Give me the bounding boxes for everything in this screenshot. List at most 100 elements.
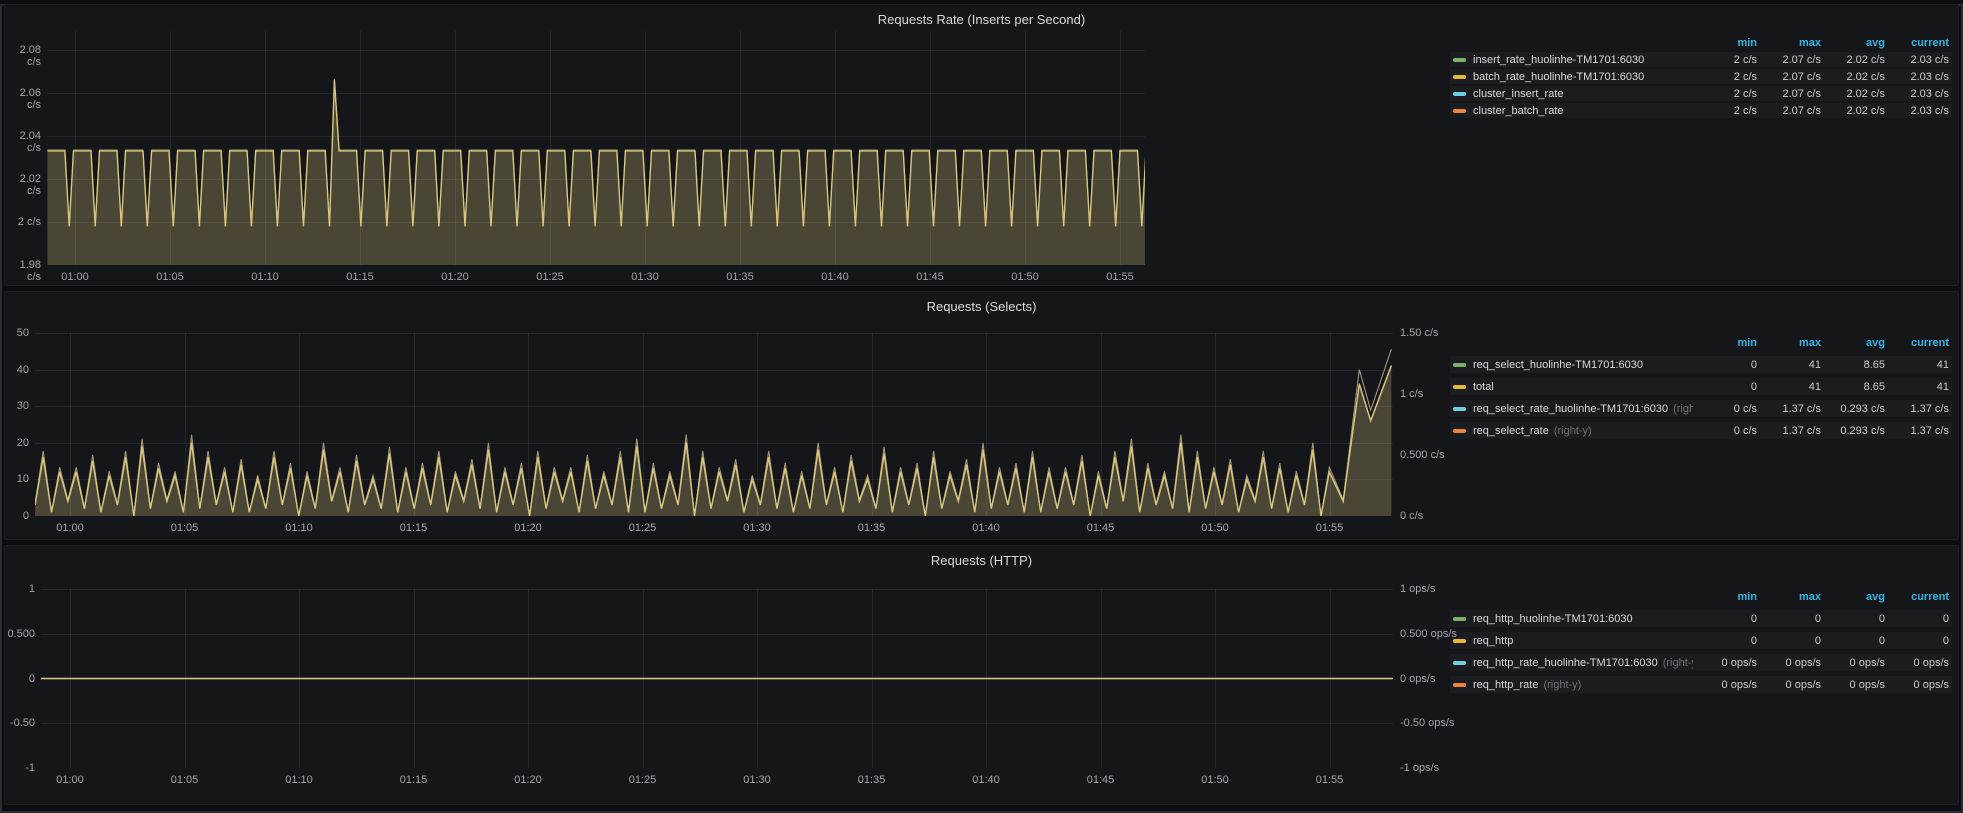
y-axis-left-label: 10	[5, 473, 29, 485]
legend-value-avg: 0 ops/s	[1821, 679, 1885, 691]
time-series-plot[interactable]	[41, 589, 1393, 768]
legend-value-avg: 8.65	[1821, 359, 1885, 371]
legend-value-current: 41	[1885, 359, 1949, 371]
legend-header-min[interactable]: min	[1693, 337, 1757, 349]
legend-series-toggle[interactable]: req_select_rate_huolinhe-TM1701:6030(rig…	[1453, 403, 1693, 415]
x-axis-label: 01:20	[498, 774, 558, 786]
legend-value-avg: 8.65	[1821, 381, 1885, 393]
x-axis-label: 01:50	[1185, 522, 1245, 534]
y-axis-right-label: 0 c/s	[1400, 510, 1470, 522]
legend-value-min: 0	[1693, 359, 1757, 371]
x-axis-label: 01:40	[956, 774, 1016, 786]
y-axis-left-label: 1.98 c/s	[5, 259, 41, 283]
legend-value-current: 0 ops/s	[1885, 657, 1949, 669]
x-axis-label: 01:55	[1300, 774, 1360, 786]
legend-series-toggle[interactable]: insert_rate_huolinhe-TM1701:6030	[1453, 54, 1693, 66]
series-color-swatch	[1453, 683, 1466, 687]
legend-series-toggle[interactable]: req_http	[1453, 635, 1693, 647]
legend-series-name: req_http_rate	[1473, 679, 1538, 691]
x-axis-label: 01:55	[1090, 271, 1150, 283]
legend-header-min[interactable]: min	[1693, 37, 1757, 49]
legend-series-toggle[interactable]: cluster_batch_rate	[1453, 105, 1693, 117]
legend-series-axis-suffix: (right-y)	[1673, 403, 1693, 415]
legend-header-avg[interactable]: avg	[1821, 37, 1885, 49]
y-axis-left-label: 2 c/s	[5, 216, 41, 228]
legend-value-min: 0 ops/s	[1693, 679, 1757, 691]
dashboard: Requests Rate (Inserts per Second) 2.08 …	[4, 4, 1959, 805]
legend-header-row: minmaxavgcurrent	[1450, 35, 1952, 50]
legend-header-avg[interactable]: avg	[1821, 591, 1885, 603]
legend-series-toggle[interactable]: req_http_rate(right-y)	[1453, 679, 1693, 691]
legend-series-toggle[interactable]: total	[1453, 381, 1693, 393]
y-axis-left-label: 40	[5, 364, 29, 376]
legend-header-max[interactable]: max	[1757, 591, 1821, 603]
x-axis-label: 01:50	[1185, 774, 1245, 786]
legend-header-avg[interactable]: avg	[1821, 337, 1885, 349]
series-color-swatch	[1453, 661, 1466, 665]
legend: minmaxavgcurrent insert_rate_huolinhe-TM1…	[1450, 35, 1952, 120]
legend-row: req_http_rate_huolinhe-TM1701:6030 (right…	[1450, 654, 1952, 671]
y-axis-left-label: 20	[5, 437, 29, 449]
x-axis-label: 01:30	[727, 774, 787, 786]
x-axis-label: 01:00	[40, 774, 100, 786]
legend-header-max[interactable]: max	[1757, 337, 1821, 349]
y-axis-left-label: 0	[5, 510, 29, 522]
legend-row: total0418.6541	[1450, 378, 1952, 395]
y-axis-right-label: 0.500 c/s	[1400, 449, 1470, 461]
y-axis-left-label: 50	[5, 327, 29, 339]
series-area-fill	[35, 366, 1391, 516]
legend-series-axis-suffix: (right-y)	[1663, 657, 1693, 669]
legend-series-toggle[interactable]: req_http_huolinhe-TM1701:6030	[1453, 613, 1693, 625]
x-axis-label: 01:00	[40, 522, 100, 534]
legend-series-name: req_http_rate_huolinhe-TM1701:6030	[1473, 657, 1658, 669]
legend-series-toggle[interactable]: req_select_huolinhe-TM1701:6030	[1453, 359, 1693, 371]
legend-value-max: 1.37 c/s	[1757, 403, 1821, 415]
legend-series-toggle[interactable]: cluster_insert_rate	[1453, 88, 1693, 100]
legend-value-max: 0	[1757, 635, 1821, 647]
legend-series-name: req_http_huolinhe-TM1701:6030	[1473, 613, 1633, 625]
legend-header-max[interactable]: max	[1757, 37, 1821, 49]
legend-header-current[interactable]: current	[1885, 591, 1949, 603]
y-axis-left-label: 2.06 c/s	[5, 87, 41, 111]
legend-value-avg: 0.293 c/s	[1821, 403, 1885, 415]
legend-value-current: 0 ops/s	[1885, 679, 1949, 691]
legend-value-current: 2.03 c/s	[1885, 88, 1949, 100]
y-axis-left-label: 2.04 c/s	[5, 130, 41, 154]
legend-value-max: 1.37 c/s	[1757, 425, 1821, 437]
legend-series-toggle[interactable]: batch_rate_huolinhe-TM1701:6030	[1453, 71, 1693, 83]
legend-value-current: 1.37 c/s	[1885, 403, 1949, 415]
legend-value-current: 2.03 c/s	[1885, 105, 1949, 117]
legend-row: cluster_batch_rate2 c/s2.07 c/s2.02 c/s2…	[1450, 103, 1952, 118]
x-axis-label: 01:55	[1300, 522, 1360, 534]
legend-series-name: insert_rate_huolinhe-TM1701:6030	[1473, 54, 1644, 66]
legend-series-name: batch_rate_huolinhe-TM1701:6030	[1473, 71, 1644, 83]
legend-value-min: 0	[1693, 635, 1757, 647]
legend-row: cluster_insert_rate2 c/s2.07 c/s2.02 c/s…	[1450, 86, 1952, 101]
legend-header-current[interactable]: current	[1885, 37, 1949, 49]
legend-value-max: 0 ops/s	[1757, 679, 1821, 691]
time-series-plot[interactable]	[47, 31, 1145, 265]
legend-value-max: 0	[1757, 613, 1821, 625]
y-axis-left-label: 2.02 c/s	[5, 173, 41, 197]
legend-row: req_select_huolinhe-TM1701:60300418.6541	[1450, 356, 1952, 373]
time-series-plot[interactable]	[35, 333, 1393, 516]
legend-value-current: 1.37 c/s	[1885, 425, 1949, 437]
x-axis-label: 01:15	[384, 774, 444, 786]
x-axis-label: 01:45	[1071, 522, 1131, 534]
y-axis-right-label: -0.50 ops/s	[1400, 717, 1470, 729]
legend-header-current[interactable]: current	[1885, 337, 1949, 349]
legend-series-toggle[interactable]: req_select_rate(right-y)	[1453, 425, 1693, 437]
legend-value-min: 0	[1693, 381, 1757, 393]
legend-value-current: 41	[1885, 381, 1949, 393]
legend-series-toggle[interactable]: req_http_rate_huolinhe-TM1701:6030 (right…	[1453, 657, 1693, 669]
y-axis-left-label: 0.500	[5, 628, 35, 640]
legend-header-min[interactable]: min	[1693, 591, 1757, 603]
legend-value-avg: 0 ops/s	[1821, 657, 1885, 669]
legend-value-current: 0	[1885, 613, 1949, 625]
x-axis-label: 01:50	[995, 271, 1055, 283]
legend-value-current: 0	[1885, 635, 1949, 647]
y-axis-left-label: -1	[5, 762, 35, 774]
legend-row: batch_rate_huolinhe-TM1701:60302 c/s2.07…	[1450, 69, 1952, 84]
legend-value-avg: 0	[1821, 613, 1885, 625]
panel-requests-selects: Requests (Selects) 504030201001.50 c/s1 …	[4, 291, 1959, 540]
